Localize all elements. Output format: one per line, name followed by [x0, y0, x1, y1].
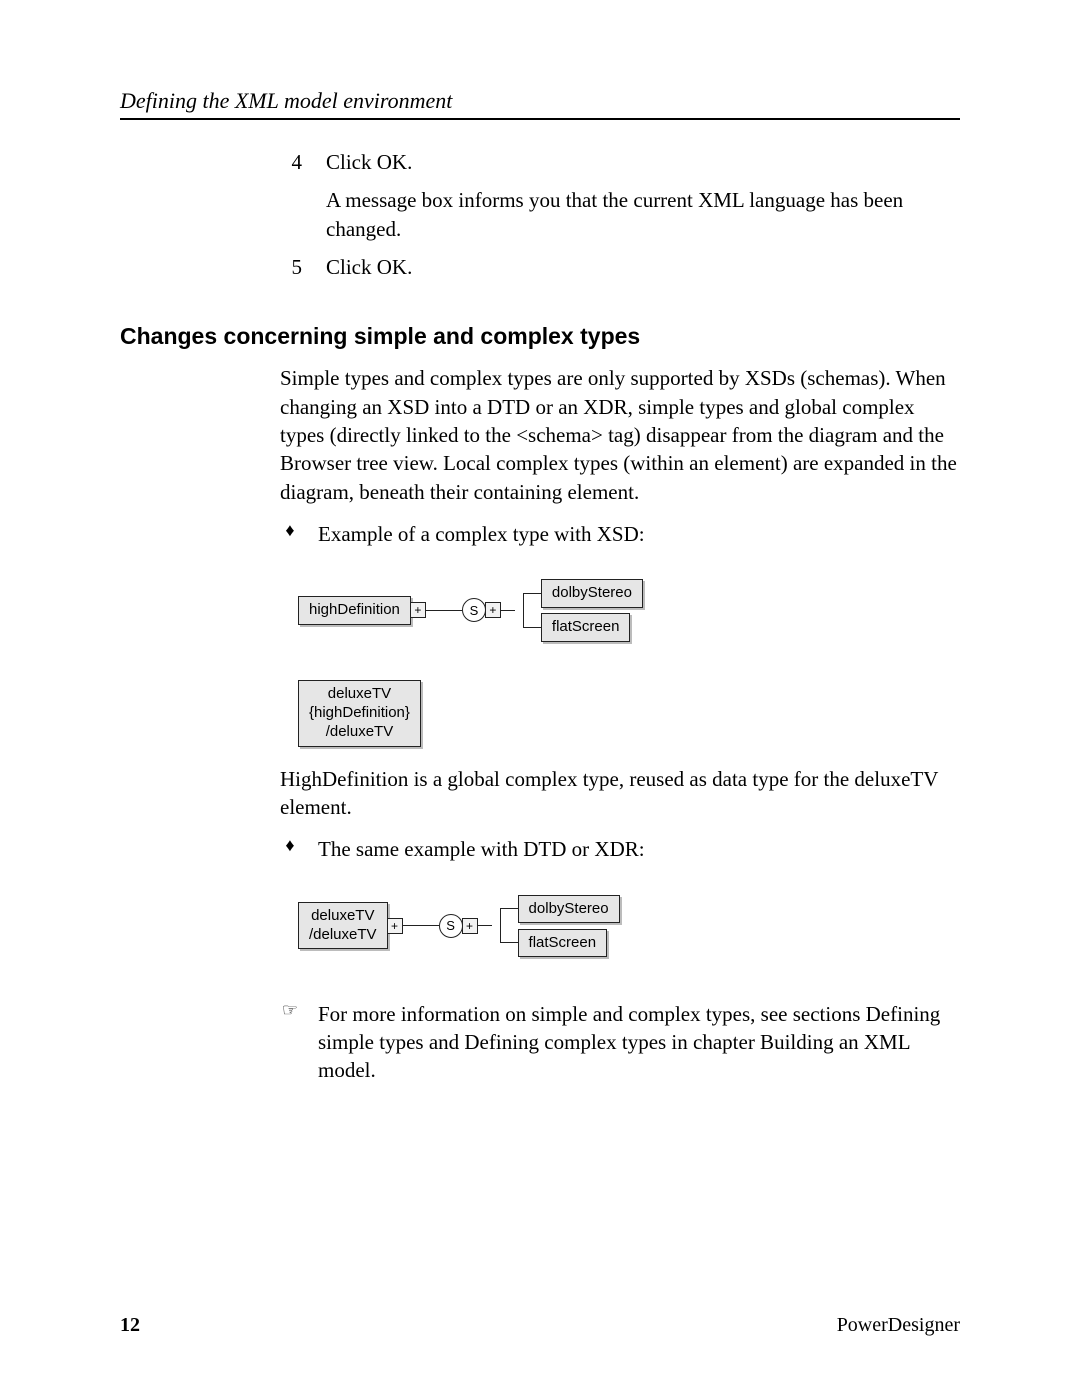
connector-line [500, 942, 518, 943]
section-content: Simple types and complex types are only … [280, 364, 960, 1084]
connector-line [500, 909, 501, 943]
step-number: 4 [280, 148, 302, 243]
running-head: Defining the XML model environment [120, 88, 960, 114]
diagram-child-box: flatScreen [541, 613, 631, 641]
list-item: ♦ The same example with DTD or XDR: [280, 835, 960, 863]
expander-icon: + [462, 918, 478, 934]
step-item: 5 Click OK. [280, 253, 960, 281]
connector-line [501, 610, 515, 611]
diagram-child-box: flatScreen [518, 929, 608, 957]
diagram-extra-line: /deluxeTV [309, 723, 410, 742]
section-heading: Changes concerning simple and complex ty… [120, 323, 960, 350]
body-content: 4 Click OK. A message box informs you th… [280, 148, 960, 281]
connector-line [403, 925, 439, 926]
pointer-icon: ☞ [280, 1000, 300, 1085]
diagram1-caption: HighDefinition is a global complex type,… [280, 765, 960, 822]
diagram-leaf: dolbyStereo [523, 576, 643, 610]
step-body: Click OK. A message box informs you that… [326, 148, 960, 243]
diagram-root-line: /deluxeTV [309, 926, 377, 945]
sequence-icon: S [462, 598, 486, 622]
connector-line [426, 610, 462, 611]
step-text: Click OK. [326, 255, 412, 279]
diagram-child-box: dolbyStereo [518, 895, 620, 923]
connector-line [523, 593, 541, 594]
sequence-icon: S [439, 914, 463, 938]
diagram-leaf: flatScreen [523, 610, 643, 644]
connector-line [523, 593, 524, 627]
connector-line [478, 925, 492, 926]
step-text: Click OK. [326, 150, 412, 174]
bullet-list: ♦ The same example with DTD or XDR: [280, 835, 960, 863]
diagram-dtd: deluxeTV /deluxeTV + S + dolbyStereo [298, 892, 620, 960]
diagram-branch: dolbyStereo flatScreen [523, 576, 643, 644]
list-item: ♦ Example of a complex type with XSD: [280, 520, 960, 548]
expander-icon: + [387, 918, 403, 934]
diagram-root-box: deluxeTV /deluxeTV [298, 902, 388, 950]
diagram-leaf: dolbyStereo [500, 892, 620, 926]
section-intro: Simple types and complex types are only … [280, 364, 960, 506]
see-also-text: For more information on simple and compl… [318, 1000, 960, 1085]
step-number: 5 [280, 253, 302, 281]
expander-icon: + [410, 602, 426, 618]
diagram-xsd: highDefinition + S + dolbyStereo flatScr… [298, 576, 643, 746]
diagram-extra-box: deluxeTV {highDefinition} /deluxeTV [298, 680, 421, 746]
expander-icon: + [485, 602, 501, 618]
list-item: ☞ For more information on simple and com… [280, 1000, 960, 1085]
diagram-child-box: dolbyStereo [541, 579, 643, 607]
diagram-root-line: deluxeTV [309, 907, 377, 926]
diagram-extra-line: {highDefinition} [309, 704, 410, 723]
bullet-text: Example of a complex type with XSD: [318, 520, 960, 548]
bullet-icon: ♦ [280, 520, 300, 548]
numbered-steps: 4 Click OK. A message box informs you th… [280, 148, 960, 281]
page-footer: 12 PowerDesigner [120, 1314, 960, 1337]
diagram-extra-line: deluxeTV [309, 685, 410, 704]
diagram-branch: dolbyStereo flatScreen [500, 892, 620, 960]
step-body: Click OK. [326, 253, 960, 281]
page-number: 12 [120, 1314, 140, 1337]
see-also-list: ☞ For more information on simple and com… [280, 1000, 960, 1085]
bullet-list: ♦ Example of a complex type with XSD: [280, 520, 960, 548]
connector-line [500, 908, 518, 909]
bullet-icon: ♦ [280, 835, 300, 863]
connector-line [523, 627, 541, 628]
header-rule [120, 118, 960, 120]
step-extra-text: A message box informs you that the curre… [326, 186, 960, 243]
diagram-root-box: highDefinition [298, 596, 411, 625]
diagram-leaf: flatScreen [500, 926, 620, 960]
bullet-text: The same example with DTD or XDR: [318, 835, 960, 863]
footer-brand: PowerDesigner [837, 1314, 960, 1337]
step-item: 4 Click OK. A message box informs you th… [280, 148, 960, 243]
page: Defining the XML model environment 4 Cli… [0, 0, 1080, 1397]
